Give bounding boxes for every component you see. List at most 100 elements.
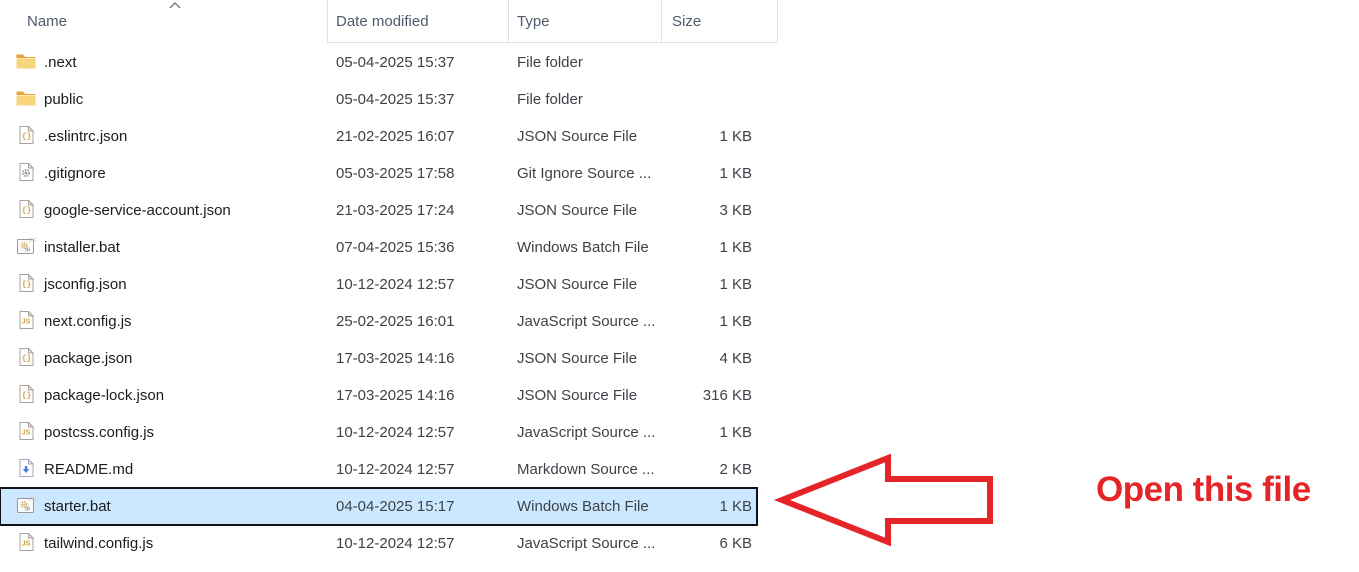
file-type: JSON Source File: [517, 128, 637, 145]
file-date-cell: 04-04-2025 15:17: [328, 488, 509, 525]
column-header-size[interactable]: Size: [662, 0, 778, 43]
file-row[interactable]: {} google-service-account.json 21-03-202…: [0, 192, 757, 229]
file-row[interactable]: .next 05-04-2025 15:37 File folder: [0, 44, 757, 81]
file-name: README.md: [44, 461, 133, 478]
gitignore-file-icon: [19, 163, 34, 185]
javascript-file-icon: JS: [16, 534, 36, 554]
javascript-file-icon: JS: [16, 312, 36, 332]
column-header-name-label: Name: [27, 13, 67, 30]
column-header-row: Name Date modified Type Size: [0, 0, 778, 43]
column-header-type[interactable]: Type: [509, 0, 662, 43]
file-date-cell: 17-03-2025 14:16: [328, 340, 509, 377]
file-name-cell: {} .eslintrc.json: [0, 118, 328, 155]
file-date-modified: 05-04-2025 15:37: [336, 91, 454, 108]
file-date-cell: 10-12-2024 12:57: [328, 451, 509, 488]
file-row[interactable]: {} package.json 17-03-2025 14:16 JSON So…: [0, 340, 757, 377]
file-date-modified: 04-04-2025 15:17: [336, 498, 454, 515]
javascript-file-icon: JS: [19, 422, 34, 444]
file-type: Windows Batch File: [517, 239, 649, 256]
file-date-modified: 05-03-2025 17:58: [336, 165, 454, 182]
file-row[interactable]: JS next.config.js 25-02-2025 16:01 JavaS…: [0, 303, 757, 340]
file-type-cell: Windows Batch File: [509, 229, 662, 266]
javascript-file-icon: JS: [19, 311, 34, 333]
file-row[interactable]: {} .eslintrc.json 21-02-2025 16:07 JSON …: [0, 118, 757, 155]
annotation-arrow-left-icon: [768, 452, 1000, 548]
file-date-modified: 10-12-2024 12:57: [336, 276, 454, 293]
file-type-cell: JSON Source File: [509, 266, 662, 303]
json-file-icon: {}: [19, 274, 34, 296]
file-type-cell: JSON Source File: [509, 340, 662, 377]
file-row[interactable]: installer.bat 07-04-2025 15:36 Windows B…: [0, 229, 757, 266]
file-name-cell: starter.bat: [0, 488, 328, 525]
json-file-icon: {}: [19, 200, 34, 222]
file-type: File folder: [517, 54, 583, 71]
column-header-date-modified[interactable]: Date modified: [328, 0, 509, 43]
file-row[interactable]: JS postcss.config.js 10-12-2024 12:57 Ja…: [0, 414, 757, 451]
file-name-cell: public: [0, 81, 328, 118]
annotation-text: Open this file: [1096, 470, 1311, 510]
file-name: jsconfig.json: [44, 276, 127, 293]
column-header-name[interactable]: Name: [0, 0, 328, 43]
json-file-icon: {}: [16, 386, 36, 406]
file-size: 1 KB: [719, 424, 752, 441]
file-type: JavaScript Source ...: [517, 424, 655, 441]
file-name-cell: {} package.json: [0, 340, 328, 377]
file-type-cell: JavaScript Source ...: [509, 525, 662, 562]
file-type: File folder: [517, 91, 583, 108]
file-size-cell: 316 KB: [662, 377, 757, 414]
svg-text:{}: {}: [21, 280, 31, 289]
file-name-cell: JS tailwind.config.js: [0, 525, 328, 562]
file-row[interactable]: README.md 10-12-2024 12:57 Markdown Sour…: [0, 451, 757, 488]
file-name: .eslintrc.json: [44, 128, 127, 145]
file-size-cell: 1 KB: [662, 229, 757, 266]
file-name-cell: {} google-service-account.json: [0, 192, 328, 229]
file-name-cell: {} package-lock.json: [0, 377, 328, 414]
file-size: 1 KB: [719, 128, 752, 145]
file-name-cell: .next: [0, 44, 328, 81]
file-row[interactable]: {} package-lock.json 17-03-2025 14:16 JS…: [0, 377, 757, 414]
file-date-cell: 05-04-2025 15:37: [328, 81, 509, 118]
batch-file-icon: [16, 238, 36, 258]
file-size-cell: 1 KB: [662, 414, 757, 451]
sort-ascending-icon[interactable]: [168, 1, 182, 10]
file-name: .gitignore: [44, 165, 106, 182]
file-type-cell: JSON Source File: [509, 377, 662, 414]
file-size-cell: [662, 44, 757, 81]
file-row[interactable]: .gitignore 05-03-2025 17:58 Git Ignore S…: [0, 155, 757, 192]
column-header-type-label: Type: [517, 13, 550, 30]
file-row[interactable]: public 05-04-2025 15:37 File folder: [0, 81, 757, 118]
file-size: 316 KB: [703, 387, 752, 404]
batch-file-icon: [16, 497, 36, 517]
gitignore-file-icon: [16, 164, 36, 184]
svg-text:{}: {}: [21, 391, 31, 400]
file-date-cell: 10-12-2024 12:57: [328, 266, 509, 303]
file-name: .next: [44, 54, 77, 71]
file-type-cell: Git Ignore Source ...: [509, 155, 662, 192]
file-row[interactable]: {} jsconfig.json 10-12-2024 12:57 JSON S…: [0, 266, 757, 303]
file-name: tailwind.config.js: [44, 535, 153, 552]
file-date-cell: 21-03-2025 17:24: [328, 192, 509, 229]
file-size: 6 KB: [719, 535, 752, 552]
json-file-icon: {}: [16, 201, 36, 221]
file-name: installer.bat: [44, 239, 120, 256]
file-date-modified: 17-03-2025 14:16: [336, 350, 454, 367]
file-size-cell: 1 KB: [662, 303, 757, 340]
file-size: 2 KB: [719, 461, 752, 478]
file-type-cell: JSON Source File: [509, 192, 662, 229]
file-date-modified: 10-12-2024 12:57: [336, 424, 454, 441]
svg-text:{}: {}: [21, 132, 31, 141]
file-size: 1 KB: [719, 165, 752, 182]
file-row[interactable]: JS tailwind.config.js 10-12-2024 12:57 J…: [0, 525, 757, 562]
file-name-cell: JS postcss.config.js: [0, 414, 328, 451]
column-header-date-label: Date modified: [336, 13, 429, 30]
json-file-icon: {}: [19, 126, 34, 148]
file-size: 1 KB: [719, 498, 752, 515]
file-type-cell: JavaScript Source ...: [509, 303, 662, 340]
file-row[interactable]: starter.bat 04-04-2025 15:17 Windows Bat…: [0, 488, 757, 525]
file-type: JavaScript Source ...: [517, 313, 655, 330]
file-type-cell: JSON Source File: [509, 118, 662, 155]
file-date-cell: 21-02-2025 16:07: [328, 118, 509, 155]
file-name-cell: JS next.config.js: [0, 303, 328, 340]
file-size: 3 KB: [719, 202, 752, 219]
file-type: Windows Batch File: [517, 498, 649, 515]
